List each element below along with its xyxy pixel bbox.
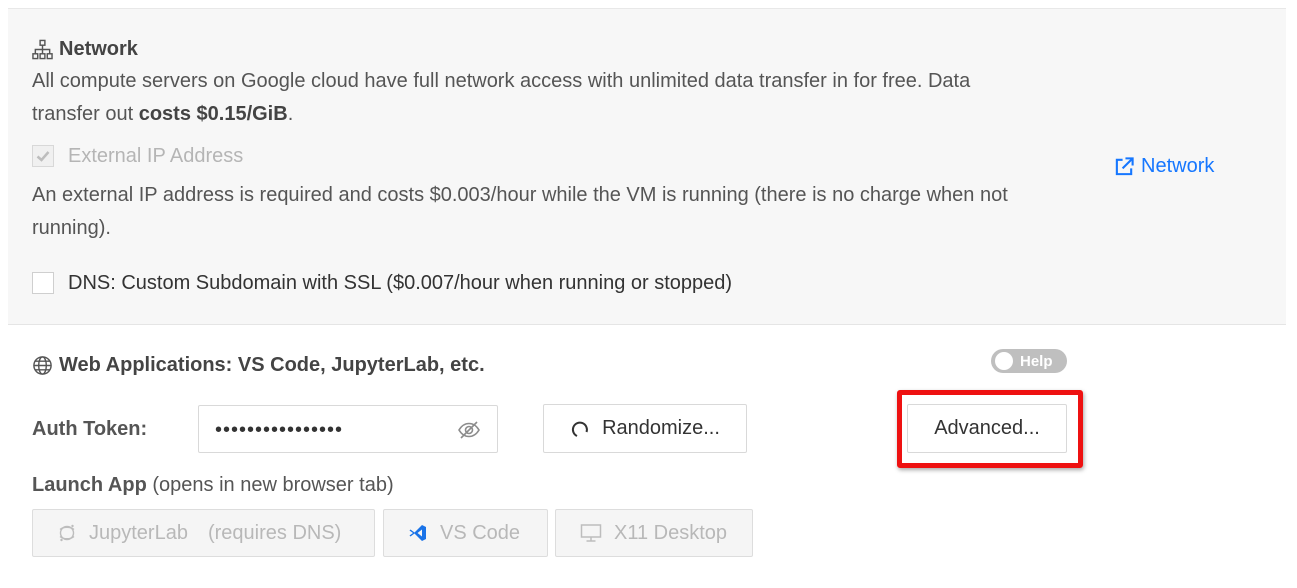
- vscode-button[interactable]: VS Code: [383, 509, 548, 557]
- reload-icon: [572, 421, 588, 437]
- jupyter-icon: [59, 524, 75, 542]
- globe-icon: [33, 355, 52, 375]
- jupyterlab-note: (requires DNS): [207, 521, 342, 544]
- auth-token-label: Auth Token:: [32, 418, 148, 440]
- network-icon: [32, 39, 53, 59]
- network-title: Network: [32, 37, 138, 61]
- help-toggle-label: Help: [1020, 352, 1053, 370]
- check-icon: [36, 151, 50, 162]
- web-apps-title: Web Applications: VS Code, JupyterLab, e…: [32, 353, 485, 377]
- x11-desktop-label: X11 Desktop: [614, 521, 728, 544]
- dns-row: DNS: Custom Subdomain with SSL ($0.007/h…: [32, 271, 732, 295]
- help-toggle[interactable]: Help: [991, 349, 1067, 373]
- eye-invisible-icon[interactable]: [457, 418, 481, 442]
- jupyterlab-label: JupyterLab: [89, 521, 188, 544]
- external-ip-checkbox[interactable]: [32, 145, 54, 167]
- web-apps-title-text: Web Applications: VS Code, JupyterLab, e…: [59, 354, 485, 376]
- network-link-label: Network: [1141, 155, 1215, 177]
- randomize-label: Randomize...: [602, 417, 720, 439]
- launch-app-label: Launch App (opens in new browser tab): [32, 474, 394, 496]
- external-link-icon: [1115, 156, 1134, 175]
- network-title-text: Network: [59, 38, 138, 60]
- network-description: All compute servers on Google cloud have…: [32, 70, 971, 125]
- egress-cost: costs $0.15/GiB: [138, 103, 288, 125]
- highlight-box: [897, 390, 1083, 468]
- dns-label: DNS: Custom Subdomain with SSL ($0.007/h…: [68, 272, 733, 294]
- auth-token-input[interactable]: ••••••••••••••••: [198, 405, 498, 453]
- external-ip-note: An external IP address is required and c…: [32, 184, 1008, 239]
- auth-token-value: ••••••••••••••••: [215, 419, 344, 441]
- network-docs-link[interactable]: Network: [1114, 153, 1214, 179]
- randomize-button[interactable]: Randomize...: [543, 404, 747, 453]
- external-ip-label: External IP Address: [68, 145, 244, 167]
- vscode-label: VS Code: [440, 521, 521, 544]
- desktop-icon: [580, 524, 602, 542]
- toggle-knob: [995, 352, 1013, 370]
- external-ip-row: External IP Address: [32, 144, 243, 168]
- jupyterlab-button[interactable]: JupyterLab (requires DNS): [32, 509, 375, 557]
- vscode-icon: [409, 525, 426, 541]
- x11-desktop-button[interactable]: X11 Desktop: [555, 509, 753, 557]
- dns-checkbox[interactable]: [32, 272, 54, 294]
